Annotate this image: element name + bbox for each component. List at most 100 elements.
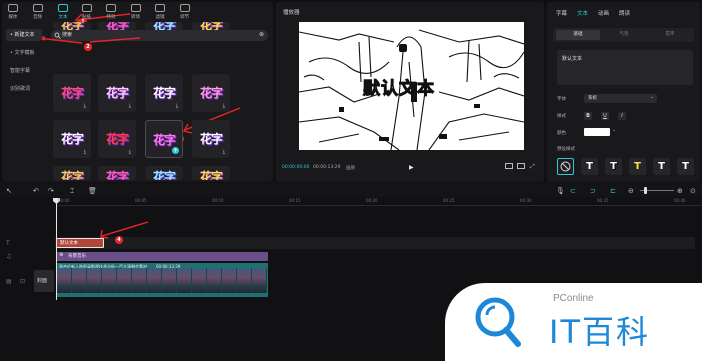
ruler-tick-label: 00:40 bbox=[674, 198, 686, 203]
download-icon[interactable]: ⤓ bbox=[129, 103, 131, 109]
style-button[interactable]: I bbox=[618, 112, 626, 120]
text-effect-tile[interactable]: 花字 bbox=[53, 166, 91, 180]
text-effect-tile[interactable]: 花字 ⤓ bbox=[53, 74, 91, 112]
text-category-item[interactable]: • 文字模板 bbox=[6, 47, 42, 59]
media-tab-6[interactable]: 滤镜 bbox=[155, 4, 165, 20]
text-effect-tile[interactable]: 花字 ⤓ bbox=[98, 120, 136, 158]
media-tab-label: 滤镜 bbox=[155, 15, 165, 20]
video-thumbnail-frame bbox=[207, 268, 222, 293]
text-effect-preview: 花字 bbox=[152, 133, 176, 147]
text-effect-preview: 花字 bbox=[199, 22, 223, 30]
media-tab-label: 文本 bbox=[58, 15, 68, 20]
ruler-tick-label: 00:05 bbox=[135, 198, 147, 203]
text-effect-preview: 花字 bbox=[152, 170, 176, 180]
video-thumbnail-frame bbox=[132, 268, 147, 293]
style-button[interactable]: B bbox=[584, 112, 592, 120]
video-thumbnail-frame bbox=[102, 268, 117, 293]
text-effect-preview: 花字 bbox=[60, 170, 84, 180]
text-effect-tile[interactable]: 花字 ⤓ bbox=[53, 120, 91, 158]
preset-style-option[interactable]: T bbox=[677, 158, 694, 175]
video-thumbnail-frame bbox=[57, 268, 72, 293]
text-effect-preview: 花字 bbox=[60, 132, 84, 146]
video-thumbnail-frame bbox=[162, 268, 177, 293]
text-effect-tile[interactable]: 花字 bbox=[192, 22, 230, 30]
text-effect-tile[interactable]: 花字 ⤓ bbox=[145, 74, 183, 112]
text-effect-preview: 花字 bbox=[199, 86, 223, 100]
download-icon[interactable]: ⤓ bbox=[223, 149, 225, 155]
preset-style-option[interactable]: T bbox=[629, 158, 646, 175]
media-tab-4[interactable]: 特效 bbox=[106, 4, 116, 20]
text-effect-preview: 花字 bbox=[152, 86, 176, 100]
watermark-card: PConline IT百科 bbox=[445, 283, 702, 361]
preset-style-option[interactable]: T bbox=[605, 158, 622, 175]
media-tab-label: 调节 bbox=[180, 15, 189, 20]
video-thumbnail-frame bbox=[72, 268, 87, 293]
media-tab-label: 媒体 bbox=[8, 15, 18, 20]
magnifier-logo-icon bbox=[475, 297, 521, 347]
inspector-subtab[interactable]: 基础 bbox=[556, 30, 600, 40]
adjust-icon bbox=[179, 4, 190, 12]
media-tab-label: 贴纸 bbox=[82, 15, 91, 20]
annotation-badge-2: 2 bbox=[84, 43, 92, 51]
app-window: 搜索 ⊗ 播放器 默认文本 00:00:00:00 00:00:13:29 画质… bbox=[0, 0, 702, 361]
media-tab-0[interactable]: 媒体 bbox=[8, 4, 18, 20]
text-category-item[interactable]: 识别歌词 bbox=[6, 83, 42, 95]
transition-icon bbox=[130, 4, 141, 12]
text-effect-tile[interactable]: 花字 ⤓ bbox=[98, 74, 136, 112]
text-effect-tile[interactable]: 花字 ⤓ bbox=[192, 74, 230, 112]
inspector-tab[interactable]: 动画 bbox=[598, 9, 609, 17]
inspector-tab[interactable]: 字幕 bbox=[556, 9, 567, 17]
media-tab-5[interactable]: 转场 bbox=[130, 4, 141, 20]
media-tab-2[interactable]: 文本 bbox=[57, 4, 69, 23]
download-icon[interactable]: ⤓ bbox=[176, 103, 178, 109]
text-effect-preview: 花字 bbox=[152, 22, 176, 30]
annotation-badge-4: 4 bbox=[115, 236, 123, 244]
download-icon[interactable]: ⤓ bbox=[84, 149, 86, 155]
media-tab-label: 音频 bbox=[33, 15, 42, 20]
download-icon[interactable]: ⤓ bbox=[129, 149, 131, 155]
text-effect-tile[interactable]: 花字 bbox=[192, 166, 230, 180]
text-category-item[interactable]: 智能字幕 bbox=[6, 65, 42, 77]
video-thumbnail-frame bbox=[117, 268, 132, 293]
ruler-tick-label: 00:00 bbox=[58, 198, 70, 203]
media-tab-label: 特效 bbox=[106, 15, 116, 20]
media-tab-7[interactable]: 调节 bbox=[179, 4, 190, 20]
text-category-item[interactable]: • 新建文本 bbox=[6, 29, 42, 41]
media-tab-1[interactable]: 音频 bbox=[32, 4, 43, 20]
video-thumbnail-frame bbox=[192, 268, 207, 293]
inspector-tab[interactable]: 朗读 bbox=[619, 9, 630, 17]
text-effect-tile[interactable]: 花字 bbox=[98, 166, 136, 180]
text-effect-preview: 花字 bbox=[60, 86, 84, 100]
style-button[interactable]: U bbox=[601, 112, 609, 120]
preset-style-option[interactable]: T bbox=[581, 158, 598, 175]
text-effect-tile[interactable]: 花字 bbox=[53, 22, 91, 30]
text-effect-preview: 花字 bbox=[105, 132, 129, 146]
media-tab-3[interactable]: 贴纸 bbox=[81, 4, 92, 20]
text-effect-tile[interactable]: 花字⤓+ bbox=[145, 120, 183, 158]
text-effect-preview: 花字 bbox=[60, 22, 84, 30]
download-icon[interactable]: ⤓ bbox=[84, 103, 86, 109]
sticker-icon bbox=[81, 4, 92, 12]
inspector-tab[interactable]: 文本 bbox=[577, 9, 588, 17]
preset-style-option[interactable]: T bbox=[653, 158, 670, 175]
ruler-tick-label: 00:20 bbox=[366, 198, 378, 203]
video-thumbnail-frame bbox=[147, 268, 162, 293]
text-icon bbox=[58, 4, 68, 12]
video-thumbnail-frame bbox=[222, 268, 237, 293]
text-effect-preview: 花字 bbox=[199, 132, 223, 146]
text-effect-tile[interactable]: 花字 bbox=[98, 22, 136, 30]
inspector-subtab[interactable]: 气泡 bbox=[602, 30, 646, 40]
ruler-tick-label: 00:35 bbox=[597, 198, 609, 203]
inspector-subtab[interactable]: 花字 bbox=[648, 30, 692, 40]
ruler-tick-label: 00:10 bbox=[212, 198, 224, 203]
text-effect-tile[interactable]: 花字 bbox=[145, 166, 183, 180]
text-effect-preview: 花字 bbox=[105, 170, 129, 180]
video-thumbnail-frame bbox=[252, 268, 267, 293]
add-to-track-icon[interactable]: + bbox=[172, 147, 179, 154]
text-effect-preview: 花字 bbox=[199, 170, 223, 180]
text-effect-tile[interactable]: 花字 bbox=[145, 22, 183, 30]
effects-icon bbox=[106, 4, 116, 12]
download-icon[interactable]: ⤓ bbox=[223, 103, 225, 109]
text-effect-tile[interactable]: 花字 ⤓ bbox=[192, 120, 230, 158]
video-thumbnail-frame bbox=[87, 268, 102, 293]
